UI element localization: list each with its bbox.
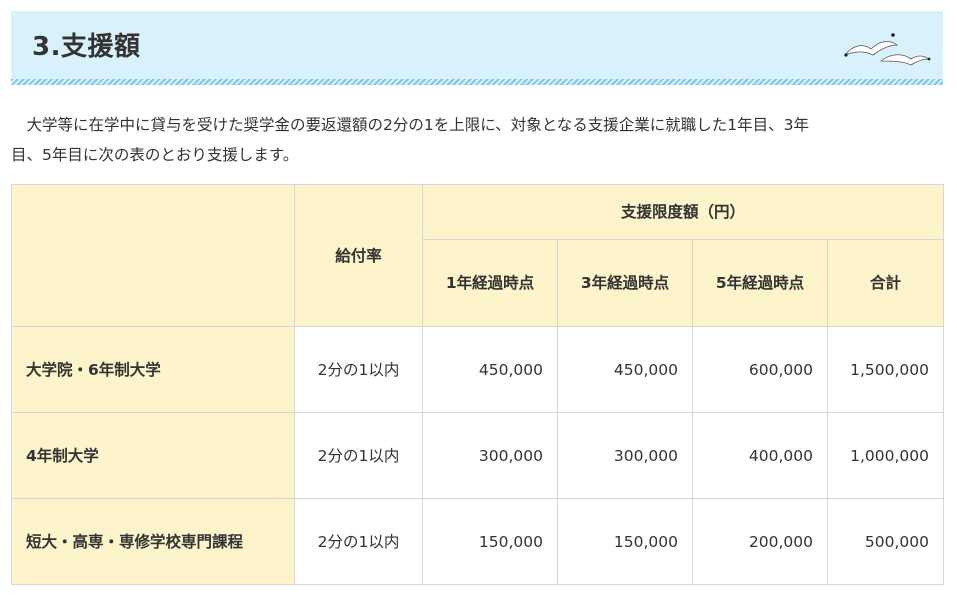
- sub-header-year1: 1年経過時点: [422, 239, 558, 327]
- table-corner-cell: [11, 184, 295, 327]
- intro-line-1: 大学等に在学中に貸与を受けた奨学金の要返還額の2分の1を上限に、対象となる支援企…: [26, 116, 810, 134]
- page: 3.支援額 大学等に在学中に貸与を受けた奨学金の要返還額の2分の1を上限に、対象…: [0, 0, 957, 598]
- section-heading: 3.支援額: [11, 11, 943, 85]
- seagulls-icon: [843, 33, 931, 66]
- sub-header-year3: 3年経過時点: [557, 239, 693, 327]
- row-total-amount: 1,000,000: [826, 412, 945, 499]
- row-rate: 2分の1以内: [294, 498, 423, 585]
- row-school-type: 大学院・6年制大学: [11, 326, 295, 413]
- table-row: 4年制大学 2分の1以内 300,000 300,000 400,000 1,0…: [11, 412, 945, 499]
- intro-line-2: 目、5年目に次の表のとおり支援します。: [11, 146, 299, 164]
- support-amount-table: 給付率 支援限度額（円） 1年経過時点 3年経過時点 5年経過時点 合計 大学院…: [11, 184, 945, 585]
- row-year1-amount: 450,000: [422, 326, 558, 413]
- table-row: 短大・高専・専修学校専門課程 2分の1以内 150,000 150,000 20…: [11, 498, 945, 585]
- row-total-amount: 500,000: [826, 498, 945, 585]
- section-title: 3.支援額: [32, 32, 141, 62]
- row-rate: 2分の1以内: [294, 326, 423, 413]
- row-year3-amount: 300,000: [557, 412, 693, 499]
- row-year5-amount: 400,000: [692, 412, 828, 499]
- heading-underline-stripe: [11, 79, 943, 85]
- row-year5-amount: 200,000: [692, 498, 828, 585]
- row-year3-amount: 150,000: [557, 498, 693, 585]
- row-school-type: 短大・高専・専修学校専門課程: [11, 498, 295, 585]
- sub-header-year5: 5年経過時点: [692, 239, 828, 327]
- intro-paragraph: 大学等に在学中に貸与を受けた奨学金の要返還額の2分の1を上限に、対象となる支援企…: [11, 110, 943, 170]
- row-year1-amount: 150,000: [422, 498, 558, 585]
- row-school-type: 4年制大学: [11, 412, 295, 499]
- sub-header-total: 合計: [826, 239, 945, 327]
- row-year1-amount: 300,000: [422, 412, 558, 499]
- row-total-amount: 1,500,000: [826, 326, 945, 413]
- limit-amount-group-header: 支援限度額（円）: [421, 184, 945, 240]
- row-year3-amount: 450,000: [557, 326, 693, 413]
- table-row: 大学院・6年制大学 2分の1以内 450,000 450,000 600,000…: [11, 326, 945, 413]
- rate-column-header: 給付率: [294, 184, 423, 327]
- row-rate: 2分の1以内: [294, 412, 423, 499]
- row-year5-amount: 600,000: [692, 326, 828, 413]
